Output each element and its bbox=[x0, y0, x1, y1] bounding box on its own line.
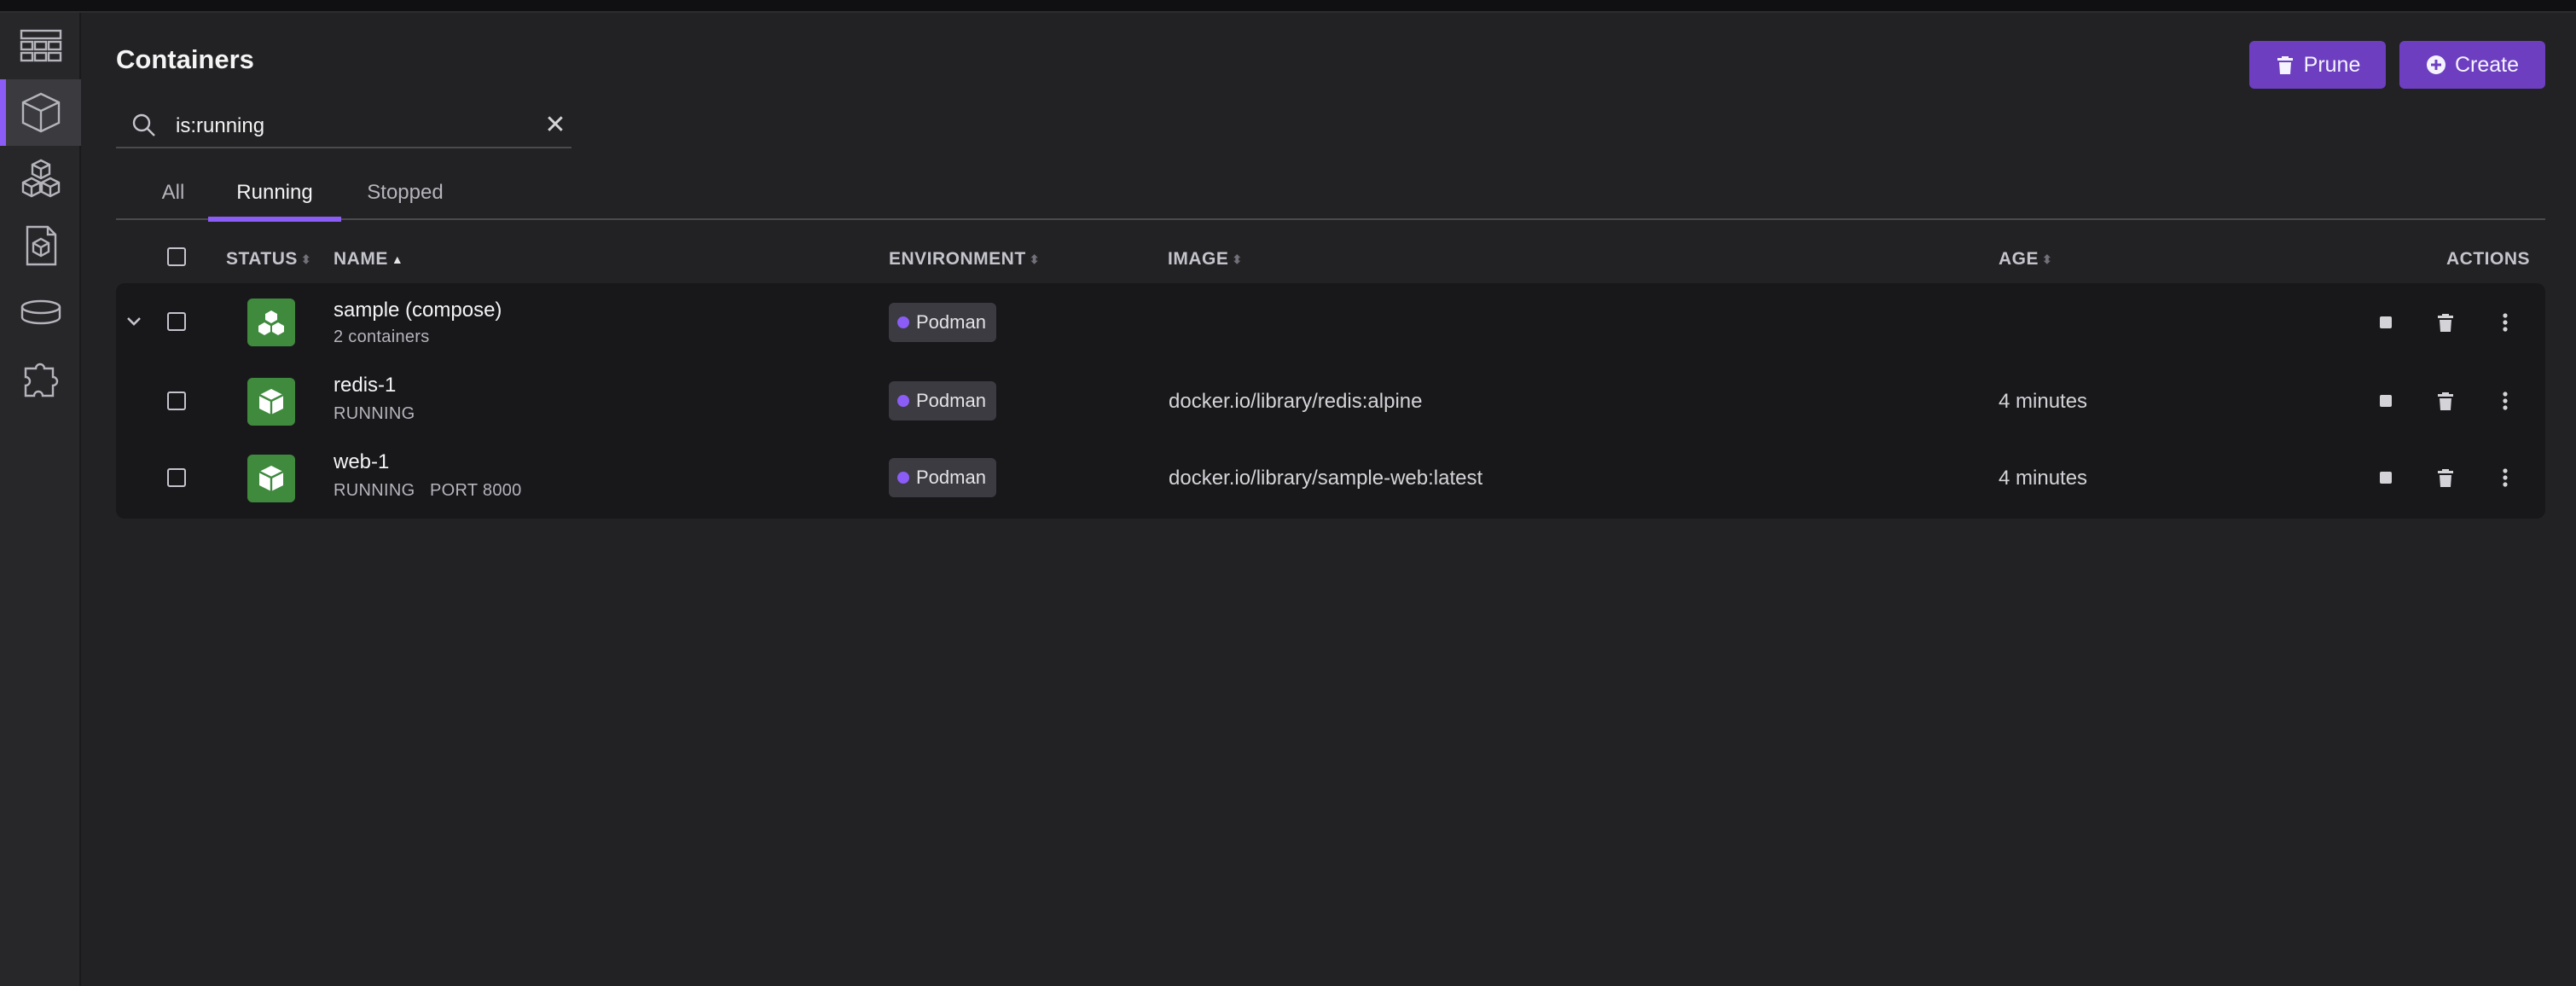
dashboard-icon bbox=[20, 29, 61, 62]
environment-label: Podman bbox=[916, 467, 986, 488]
podman-dot-icon bbox=[897, 316, 909, 328]
tab-all[interactable]: All bbox=[157, 181, 189, 220]
sort-icon: ⬍ bbox=[1232, 252, 1243, 266]
page-title: Containers bbox=[116, 44, 254, 74]
plus-circle-icon bbox=[2426, 55, 2445, 74]
sidebar-item-volumes[interactable] bbox=[0, 279, 81, 345]
table-row[interactable]: web-1 RUNNING PORT 8000 Podman docker.io… bbox=[116, 440, 2545, 519]
compose-status-icon bbox=[247, 299, 295, 346]
container-running-icon bbox=[247, 455, 295, 502]
column-header-status[interactable]: STATUS ⬍ bbox=[226, 249, 311, 270]
more-options-button[interactable] bbox=[2492, 310, 2518, 335]
kebab-menu-icon bbox=[2503, 392, 2508, 410]
row-checkbox[interactable] bbox=[167, 468, 186, 487]
kebab-menu-icon bbox=[2503, 468, 2508, 487]
puzzle-icon bbox=[24, 362, 58, 397]
column-status-label: STATUS bbox=[226, 249, 298, 269]
column-name-label: NAME bbox=[334, 249, 388, 269]
search-input[interactable] bbox=[174, 109, 515, 143]
container-name[interactable]: web-1 bbox=[334, 450, 389, 474]
tab-stopped[interactable]: Stopped bbox=[360, 181, 450, 220]
pods-cubes-icon bbox=[21, 159, 60, 198]
search-bar: ✕ bbox=[116, 104, 571, 148]
sort-ascending-icon: ▲ bbox=[391, 252, 404, 266]
prune-button-label: Prune bbox=[2303, 52, 2361, 77]
sort-icon: ⬍ bbox=[1029, 252, 1040, 266]
image-file-icon bbox=[26, 225, 56, 266]
column-age-label: AGE bbox=[1999, 249, 2039, 269]
row-checkbox[interactable] bbox=[167, 312, 186, 331]
age-value: 4 minutes bbox=[1999, 467, 2088, 490]
stop-button[interactable] bbox=[2373, 388, 2399, 414]
delete-button[interactable] bbox=[2433, 310, 2458, 335]
environment-label: Podman bbox=[916, 390, 986, 411]
clear-search-icon[interactable]: ✕ bbox=[542, 113, 568, 138]
container-name[interactable]: sample (compose) bbox=[334, 299, 502, 322]
table-row[interactable]: redis-1 RUNNING Podman docker.io/library… bbox=[116, 362, 2545, 440]
sidebar-item-containers[interactable] bbox=[0, 79, 81, 146]
prune-button[interactable]: Prune bbox=[2249, 41, 2386, 89]
trash-icon bbox=[2438, 314, 2453, 332]
trash-icon bbox=[2438, 469, 2453, 487]
stop-icon bbox=[2380, 395, 2392, 407]
environment-label: Podman bbox=[916, 311, 986, 333]
environment-badge: Podman bbox=[889, 458, 996, 497]
column-header-age[interactable]: AGE ⬍ bbox=[1999, 249, 2052, 270]
podman-dot-icon bbox=[897, 472, 909, 484]
column-actions-label: ACTIONS bbox=[2446, 249, 2530, 269]
column-environment-label: ENVIRONMENT bbox=[889, 249, 1026, 269]
environment-badge: Podman bbox=[889, 303, 996, 342]
sidebar-item-dashboard[interactable] bbox=[0, 13, 81, 79]
select-all-checkbox[interactable] bbox=[167, 247, 186, 266]
image-value: docker.io/library/redis:alpine bbox=[1169, 390, 1423, 413]
column-header-environment[interactable]: ENVIRONMENT ⬍ bbox=[889, 249, 1040, 270]
filter-tabs: All Running Stopped bbox=[116, 169, 2545, 222]
tab-running[interactable]: Running bbox=[208, 181, 341, 222]
more-options-button[interactable] bbox=[2492, 388, 2518, 414]
trash-icon bbox=[2438, 392, 2453, 410]
chevron-down-icon[interactable] bbox=[123, 310, 148, 336]
podman-dot-icon bbox=[897, 395, 909, 407]
delete-button[interactable] bbox=[2433, 388, 2458, 414]
container-status-text: RUNNING PORT 8000 bbox=[334, 481, 522, 500]
stop-button[interactable] bbox=[2373, 310, 2399, 335]
containers-table: sample (compose) 2 containers Podman red… bbox=[116, 283, 2545, 519]
stop-icon bbox=[2380, 316, 2392, 328]
container-name[interactable]: redis-1 bbox=[334, 374, 396, 397]
age-value: 4 minutes bbox=[1999, 390, 2088, 413]
column-header-image[interactable]: IMAGE ⬍ bbox=[1168, 249, 1243, 270]
create-button[interactable]: Create bbox=[2399, 41, 2545, 89]
column-header-actions: ACTIONS bbox=[2446, 249, 2530, 270]
delete-button[interactable] bbox=[2433, 465, 2458, 490]
trash-icon bbox=[2277, 56, 2293, 74]
sidebar-item-images[interactable] bbox=[0, 212, 81, 279]
stop-button[interactable] bbox=[2373, 465, 2399, 490]
more-options-button[interactable] bbox=[2492, 465, 2518, 490]
sidebar-nav bbox=[0, 13, 81, 986]
search-icon bbox=[131, 113, 157, 138]
container-status-text: RUNNING bbox=[334, 404, 415, 423]
row-checkbox[interactable] bbox=[167, 392, 186, 410]
window-top-bar bbox=[0, 0, 2576, 13]
sidebar-item-pods[interactable] bbox=[0, 146, 81, 212]
container-running-icon bbox=[247, 378, 295, 426]
sort-icon: ⬍ bbox=[300, 252, 312, 266]
kebab-menu-icon bbox=[2503, 313, 2508, 332]
container-subtitle: 2 containers bbox=[334, 328, 430, 346]
image-value: docker.io/library/sample-web:latest bbox=[1169, 467, 1483, 490]
create-button-label: Create bbox=[2454, 52, 2520, 77]
environment-badge: Podman bbox=[889, 381, 996, 420]
container-cube-icon bbox=[21, 92, 60, 133]
sort-icon: ⬍ bbox=[2042, 252, 2053, 266]
column-image-label: IMAGE bbox=[1168, 249, 1229, 269]
sidebar-item-extensions[interactable] bbox=[0, 345, 81, 412]
column-header-name[interactable]: NAME ▲ bbox=[334, 249, 403, 270]
volume-cylinder-icon bbox=[20, 299, 61, 325]
stop-icon bbox=[2380, 472, 2392, 484]
table-row-group[interactable]: sample (compose) 2 containers Podman bbox=[116, 283, 2545, 362]
